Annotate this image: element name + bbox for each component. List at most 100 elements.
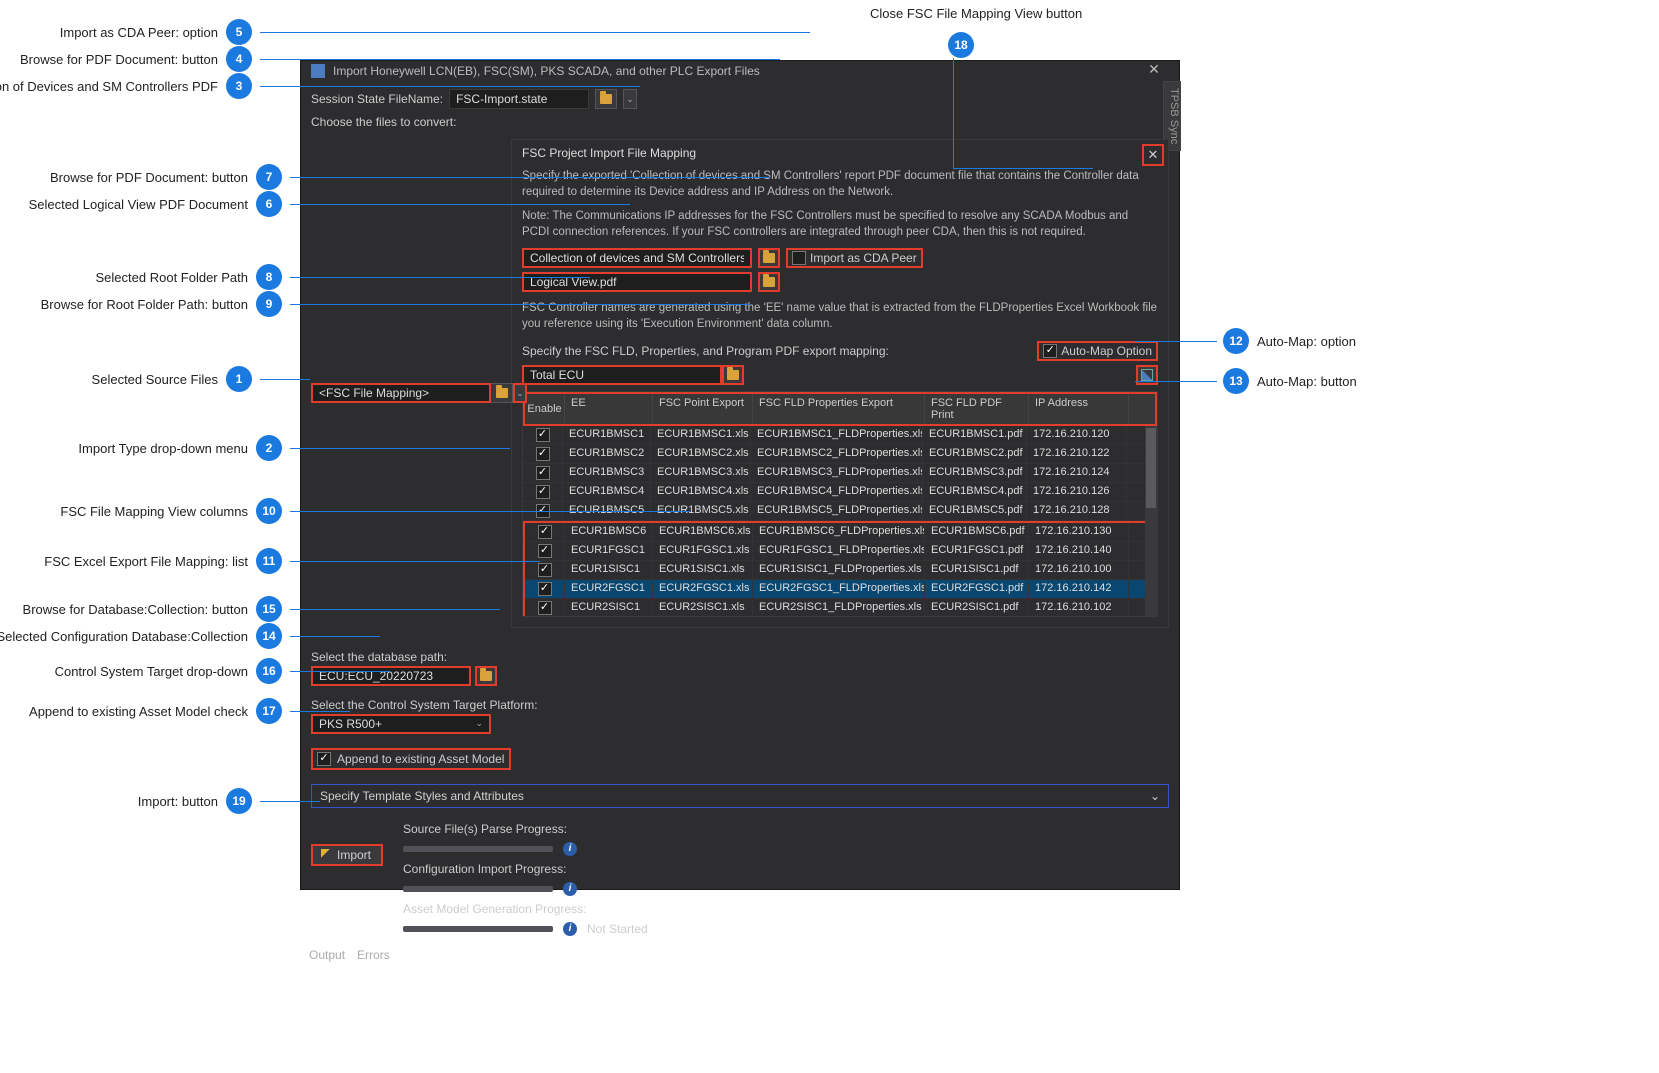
callout-label: Browse for Database:Collection: button xyxy=(23,602,248,617)
db-path-input[interactable] xyxy=(311,666,471,686)
table-row[interactable]: ECUR1SISC1ECUR1SISC1.xlsECUR1SISC1_FLDPr… xyxy=(525,561,1155,580)
mapping-text-2: Note: The Communications IP addresses fo… xyxy=(522,208,1158,240)
callout-bubble: 15 xyxy=(256,596,282,622)
table-row[interactable]: ECUR2SISC1ECUR2SISC1.xlsECUR2SISC1_FLDPr… xyxy=(525,599,1155,616)
table-row[interactable]: ECUR2FGSC1ECUR2FGSC1.xlsECUR2FGSC1_FLDPr… xyxy=(525,580,1155,599)
callout-bubble: 13 xyxy=(1223,368,1249,394)
table-row[interactable]: ECUR1BMSC3ECUR1BMSC3.xlsECUR1BMSC3_FLDPr… xyxy=(523,464,1157,483)
session-dropdown-button[interactable]: ⌄ xyxy=(623,89,637,109)
table-row[interactable]: ECUR1BMSC6ECUR1BMSC6.xlsECUR1BMSC6_FLDPr… xyxy=(525,523,1155,542)
info-icon[interactable]: i xyxy=(563,842,577,856)
cell-ip: 172.16.210.100 xyxy=(1029,561,1129,579)
col-point-export[interactable]: FSC Point Export xyxy=(653,394,753,424)
table-row[interactable]: ECUR1FGSC1ECUR1FGSC1.xlsECUR1FGSC1_FLDPr… xyxy=(525,542,1155,561)
expander-label: Specify Template Styles and Attributes xyxy=(320,789,524,803)
cell-pdf: ECUR2SISC1.pdf xyxy=(925,599,1029,616)
import-type-dropdown[interactable]: ⌄ xyxy=(513,383,527,403)
template-styles-expander[interactable]: Specify Template Styles and Attributes ⌄ xyxy=(311,784,1169,808)
row-enable-checkbox[interactable] xyxy=(538,563,552,577)
chevron-down-icon: ⌄ xyxy=(475,718,483,729)
import-button[interactable]: Import xyxy=(311,844,383,866)
col-pdf-print[interactable]: FSC FLD PDF Print xyxy=(925,394,1029,424)
automap-checkbox[interactable] xyxy=(1043,344,1057,358)
callout-bubble: 12 xyxy=(1223,328,1249,354)
target-platform-value: PKS R500+ xyxy=(319,717,382,731)
root-folder-input[interactable] xyxy=(522,365,722,385)
callout-label: Browse for Root Folder Path: button xyxy=(41,297,248,312)
cell-point-export: ECUR2SISC1.xls xyxy=(653,599,753,616)
folder-icon xyxy=(600,94,612,104)
table-row[interactable]: ECUR1BMSC2ECUR1BMSC2.xlsECUR1BMSC2_FLDPr… xyxy=(523,445,1157,464)
cell-point-export: ECUR1BMSC6.xls xyxy=(653,523,753,541)
choose-files-label: Choose the files to convert: xyxy=(311,115,1169,129)
root-folder-browse-button[interactable] xyxy=(722,365,744,385)
folder-icon xyxy=(763,277,775,287)
grid-highlighted-rows: ECUR1BMSC6ECUR1BMSC6.xlsECUR1BMSC6_FLDPr… xyxy=(523,521,1157,616)
target-platform-select[interactable]: PKS R500+ ⌄ xyxy=(311,714,491,734)
mapping-text-1: Specify the exported 'Collection of devi… xyxy=(522,168,1158,200)
cell-fld-properties: ECUR1BMSC1_FLDProperties.xls xyxy=(751,426,923,444)
row-enable-checkbox[interactable] xyxy=(538,525,552,539)
not-started-label: Not Started xyxy=(587,922,648,936)
cell-point-export: ECUR1FGSC1.xls xyxy=(653,542,753,560)
cell-pdf: ECUR1BMSC6.pdf xyxy=(925,523,1029,541)
logical-view-browse-button[interactable] xyxy=(758,272,780,292)
source-files-input[interactable] xyxy=(311,383,491,403)
table-row[interactable]: ECUR1BMSC1ECUR1BMSC1.xlsECUR1BMSC1_FLDPr… xyxy=(523,426,1157,445)
cell-pdf: ECUR1FGSC1.pdf xyxy=(925,542,1029,560)
row-enable-checkbox[interactable] xyxy=(538,601,552,615)
row-enable-checkbox[interactable] xyxy=(536,485,550,499)
close-mapping-button[interactable]: ✕ xyxy=(1142,144,1164,166)
import-progress-bar xyxy=(403,886,553,892)
callout-bubble: 11 xyxy=(256,548,282,574)
callout-bubble: 16 xyxy=(256,658,282,684)
row-enable-checkbox[interactable] xyxy=(536,447,550,461)
cell-fld-properties: ECUR1SISC1_FLDProperties.xls xyxy=(753,561,925,579)
col-enable[interactable]: Enable xyxy=(525,394,565,424)
row-enable-checkbox[interactable] xyxy=(536,428,550,442)
scrollbar-thumb[interactable] xyxy=(1146,428,1156,508)
callout-label: Selected Configuration Database:Collecti… xyxy=(0,629,248,644)
folder-icon xyxy=(763,253,775,263)
grid-scrollbar[interactable] xyxy=(1145,426,1157,616)
logical-view-pdf-input[interactable] xyxy=(522,272,752,292)
cell-pdf: ECUR1BMSC5.pdf xyxy=(923,502,1027,520)
automap-label: Auto-Map Option xyxy=(1061,344,1152,358)
source-files-browse-button[interactable] xyxy=(491,383,513,403)
cell-ip: 172.16.210.124 xyxy=(1027,464,1127,482)
app-window: Import Honeywell LCN(EB), FSC(SM), PKS S… xyxy=(300,60,1180,890)
collection-pdf-input[interactable] xyxy=(522,248,752,268)
collection-pdf-browse-button[interactable] xyxy=(758,248,780,268)
col-ip[interactable]: IP Address xyxy=(1029,394,1129,424)
folder-icon xyxy=(480,671,492,681)
cell-ee: ECUR1BMSC3 xyxy=(563,464,651,482)
row-enable-checkbox[interactable] xyxy=(538,544,552,558)
session-browse-button[interactable] xyxy=(595,89,617,109)
titlebar: Import Honeywell LCN(EB), FSC(SM), PKS S… xyxy=(301,61,1179,81)
automap-option[interactable]: Auto-Map Option xyxy=(1037,341,1158,361)
window-close-button[interactable]: ✕ xyxy=(1139,61,1169,81)
db-browse-button[interactable] xyxy=(475,666,497,686)
append-checkbox[interactable] xyxy=(317,752,331,766)
row-enable-checkbox[interactable] xyxy=(536,466,550,480)
tab-output[interactable]: Output xyxy=(309,948,345,962)
col-fld-properties[interactable]: FSC FLD Properties Export xyxy=(753,394,925,424)
cell-ee: ECUR1SISC1 xyxy=(565,561,653,579)
col-ee[interactable]: EE xyxy=(565,394,653,424)
table-row[interactable]: ECUR1BMSC4ECUR1BMSC4.xlsECUR1BMSC4_FLDPr… xyxy=(523,483,1157,502)
session-filename-input[interactable] xyxy=(449,89,589,109)
cda-peer-checkbox[interactable] xyxy=(792,251,806,265)
app-icon xyxy=(311,64,325,78)
info-icon[interactable]: i xyxy=(563,882,577,896)
cell-ip: 172.16.210.126 xyxy=(1027,483,1127,501)
row-enable-checkbox[interactable] xyxy=(538,582,552,596)
append-asset-model-option[interactable]: Append to existing Asset Model xyxy=(311,748,511,770)
callout-bubble: 3 xyxy=(226,73,252,99)
info-icon[interactable]: i xyxy=(563,922,577,936)
bottom-tabs: Output Errors xyxy=(301,944,1179,966)
body: Session State FileName: ⌄ Choose the fil… xyxy=(301,81,1179,944)
callout-label: Control System Target drop-down xyxy=(55,664,248,679)
tab-errors[interactable]: Errors xyxy=(357,948,390,962)
mapping-text-3: FSC Controller names are generated using… xyxy=(522,300,1158,332)
callout-label: Browse for PDF Document: button xyxy=(20,52,218,67)
